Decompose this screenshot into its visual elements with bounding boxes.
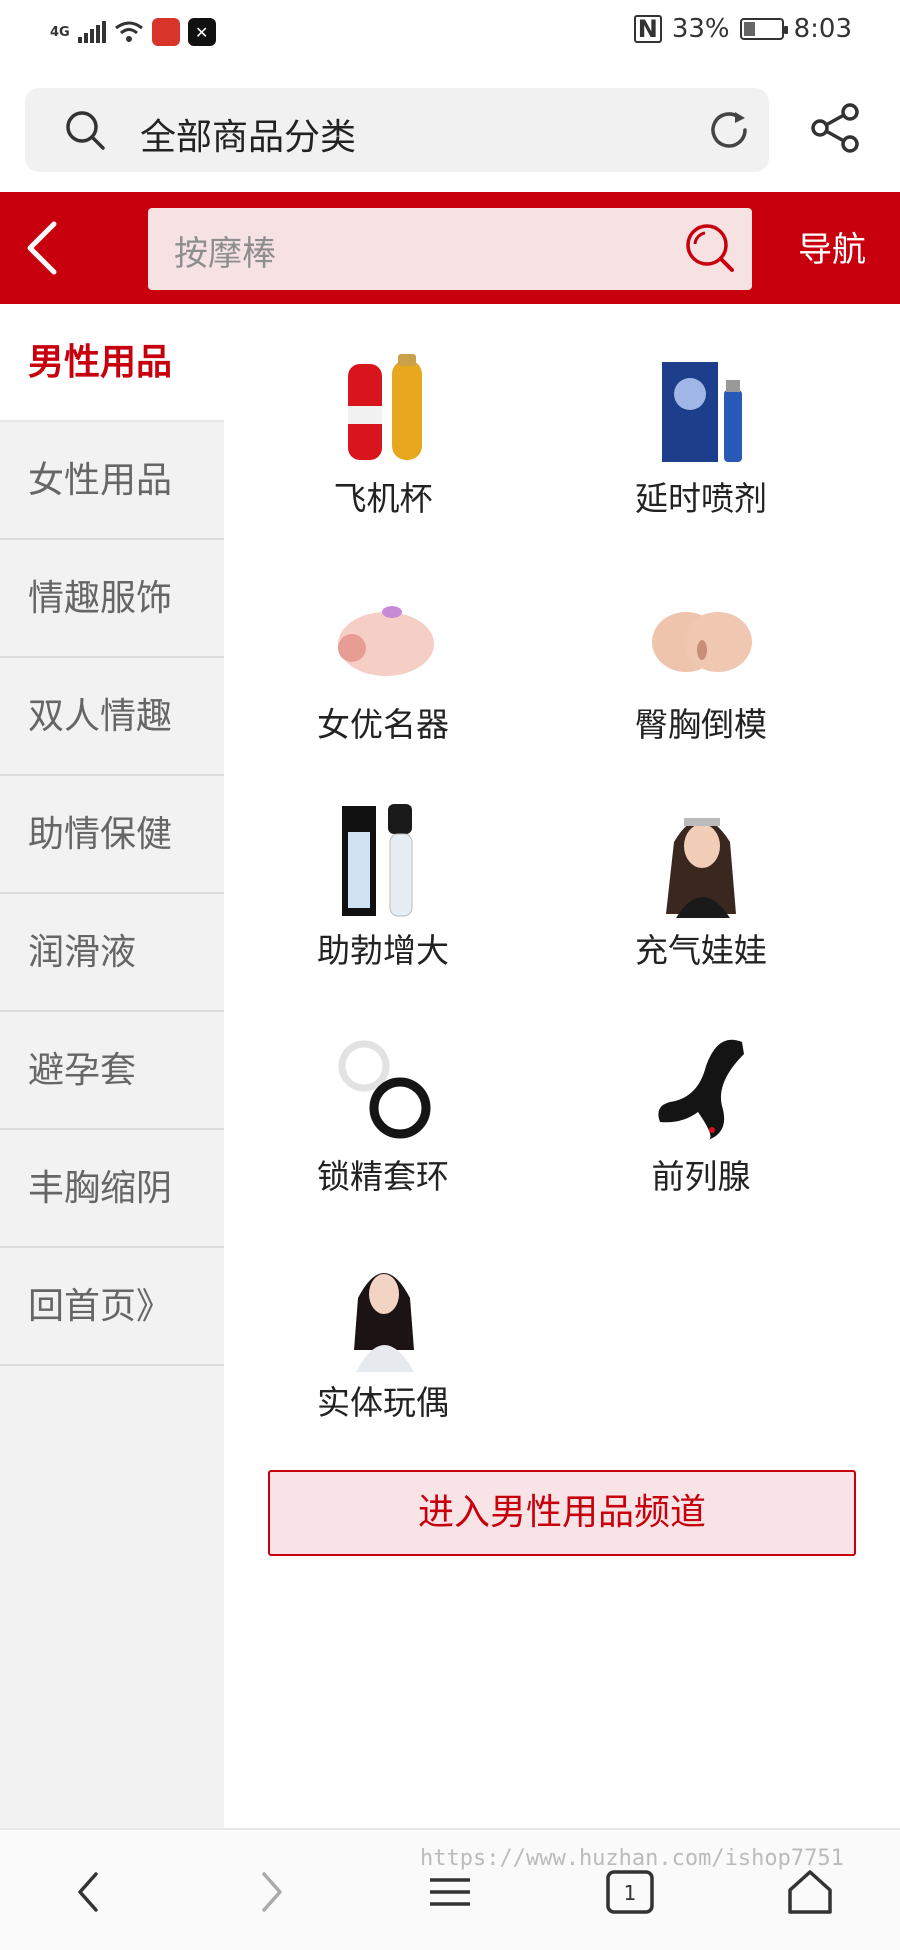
address-bar[interactable]: 全部商品分类 [25,88,769,172]
sidebar-item-enhancement[interactable]: 丰胸缩阴 [0,1130,224,1248]
mold-image [652,612,752,672]
search-placeholder: 按摩棒 [174,234,276,274]
sidebar-item-male[interactable]: 男性用品 [0,304,224,422]
watermark-text: https://www.huzhan.com/ishop7751 [420,1846,844,1871]
category-label: 前列腺 [651,1157,751,1196]
signal-icon [77,21,106,43]
category-label: 实体玩偶 [317,1383,449,1422]
tabs-icon[interactable]: 1 [602,1864,658,1920]
inflatable-doll-image [666,818,736,918]
doll-image [354,1273,414,1372]
category-item[interactable]: 前列腺 [542,982,860,1208]
category-item[interactable]: 延时喷剂 [542,304,860,530]
home-icon[interactable] [782,1864,838,1920]
search-icon [66,111,105,150]
category-label: 臀胸倒模 [635,705,767,744]
category-item[interactable]: 女优名器 [224,530,542,756]
battery-icon [739,18,788,40]
nfc-icon: N [633,15,662,43]
enter-channel-button[interactable]: 进入男性用品频道 [268,1470,856,1556]
sidebar-item-condoms[interactable]: 避孕套 [0,1012,224,1130]
back-icon[interactable] [62,1864,118,1920]
category-label: 女优名器 [317,705,449,744]
clock: 8:03 [793,14,852,44]
category-item[interactable]: 臀胸倒模 [542,530,860,756]
category-item[interactable]: 飞机杯 [224,304,542,530]
status-bar: 4G ✕ N 33% 8:03 [0,0,900,66]
share-icon[interactable] [808,100,864,156]
app-notification-icon [151,18,180,46]
svg-text:1: 1 [624,1881,637,1905]
product-search-input[interactable]: 按摩棒 [148,208,752,290]
nav-link[interactable]: 导航 [798,222,866,271]
sidebar-item-lingerie[interactable]: 情趣服饰 [0,540,224,658]
sleeve-toy-image [338,606,434,676]
category-sidebar: 男性用品 女性用品 情趣服饰 双人情趣 助情保健 润滑液 避孕套 丰胸缩阴 回首… [0,304,224,1828]
category-label: 充气娃娃 [635,931,767,970]
category-label: 助勃增大 [317,931,449,970]
reload-icon[interactable] [705,106,753,154]
category-label: 飞机杯 [333,479,433,518]
category-item[interactable]: 充气娃娃 [542,756,860,982]
status-right: N 33% 8:03 [633,14,852,44]
status-left: 4G ✕ [50,18,216,46]
pump-image [342,804,413,917]
wifi-icon [114,21,143,42]
masturbation-cup-image [348,354,422,460]
sidebar-item-lubricant[interactable]: 润滑液 [0,894,224,1012]
category-item[interactable]: 实体玩偶 [224,1208,542,1434]
network-type: 4G [50,24,70,40]
sidebar-item-couples[interactable]: 双人情趣 [0,658,224,776]
sidebar-item-female[interactable]: 女性用品 [0,422,224,540]
category-label: 延时喷剂 [635,479,767,518]
delay-spray-image [662,362,742,462]
address-text[interactable]: 全部商品分类 [140,108,356,160]
category-item[interactable]: 锁精套环 [224,982,542,1208]
site-header: 按摩棒 导航 [0,192,900,304]
category-label: 锁精套环 [317,1157,449,1196]
ring-image [338,1040,431,1139]
capcut-app-icon: ✕ [187,18,216,46]
prostate-massager-image [658,1039,744,1140]
search-icon[interactable] [682,220,738,276]
forward-icon[interactable] [242,1864,298,1920]
menu-icon[interactable] [422,1864,478,1920]
back-arrow-icon[interactable] [18,216,68,280]
sidebar-item-health[interactable]: 助情保健 [0,776,224,894]
sidebar-item-home[interactable]: 回首页》 [0,1248,224,1366]
category-item[interactable]: 助勃增大 [224,756,542,982]
battery-percent: 33% [671,14,730,44]
browser-bottom-nav: 1 https://www.huzhan.com/ishop7751 [0,1828,900,1950]
